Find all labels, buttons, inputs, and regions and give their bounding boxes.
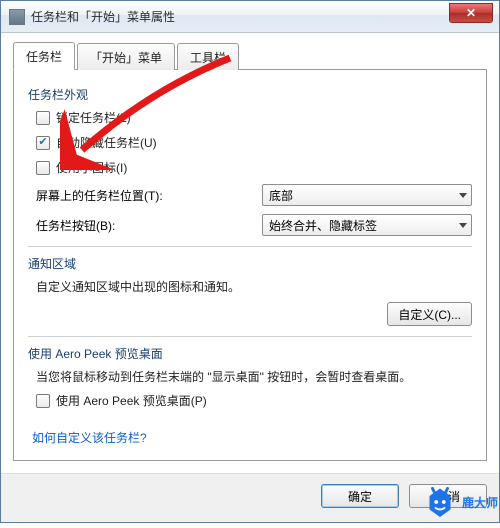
row-aero-peek: 使用 Aero Peek 预览桌面(P) xyxy=(36,392,472,409)
chevron-down-icon xyxy=(459,193,467,198)
group-aero-header: 使用 Aero Peek 预览桌面 xyxy=(28,345,472,362)
help-link[interactable]: 如何自定义该任务栏? xyxy=(32,429,147,446)
watermark-icon xyxy=(422,484,458,520)
chevron-down-icon xyxy=(459,223,467,228)
tab-taskbar[interactable]: 任务栏 xyxy=(13,42,75,70)
tab-toolbars[interactable]: 工具栏 xyxy=(177,43,239,70)
row-taskbar-buttons: 任务栏按钮(B): 始终合并、隐藏标签 xyxy=(28,214,472,236)
label-taskbar-buttons: 任务栏按钮(B): xyxy=(28,217,115,234)
row-lock-taskbar: 锁定任务栏(L) xyxy=(36,109,472,126)
label-taskbar-location: 屏幕上的任务栏位置(T): xyxy=(28,187,163,204)
checkbox-aero-peek[interactable] xyxy=(36,394,50,408)
label-lock-taskbar: 锁定任务栏(L) xyxy=(56,109,131,126)
combo-taskbar-location-value: 底部 xyxy=(269,187,293,204)
watermark-text: 鹿大师 xyxy=(462,494,498,511)
row-autohide-taskbar: 自动隐藏任务栏(U) xyxy=(36,134,472,151)
row-small-icons: 使用小图标(I) xyxy=(36,159,472,176)
group-appearance-header: 任务栏外观 xyxy=(28,86,472,103)
separator xyxy=(28,246,472,247)
combo-taskbar-buttons[interactable]: 始终合并、隐藏标签 xyxy=(262,214,472,236)
separator xyxy=(28,336,472,337)
combo-taskbar-buttons-value: 始终合并、隐藏标签 xyxy=(269,217,377,234)
label-aero-peek: 使用 Aero Peek 预览桌面(P) xyxy=(56,392,207,409)
tab-start-menu[interactable]: 「开始」菜单 xyxy=(77,43,175,70)
tab-page-taskbar: 任务栏外观 锁定任务栏(L) 自动隐藏任务栏(U) 使用小图标(I) 屏幕上的任… xyxy=(13,69,487,461)
app-icon xyxy=(9,9,25,25)
window-title: 任务栏和「开始」菜单属性 xyxy=(31,8,175,25)
tabstrip: 任务栏 「开始」菜单 工具栏 xyxy=(13,43,487,69)
checkbox-lock-taskbar[interactable] xyxy=(36,111,50,125)
checkbox-small-icons[interactable] xyxy=(36,161,50,175)
combo-taskbar-location[interactable]: 底部 xyxy=(262,184,472,206)
label-autohide-taskbar: 自动隐藏任务栏(U) xyxy=(56,134,157,151)
ok-button[interactable]: 确定 xyxy=(321,484,399,508)
client-area: 任务栏 「开始」菜单 工具栏 任务栏外观 锁定任务栏(L) 自动隐藏任务栏(U)… xyxy=(1,33,499,473)
titlebar[interactable]: 任务栏和「开始」菜单属性 ✕ xyxy=(1,1,499,33)
close-button[interactable]: ✕ xyxy=(449,3,493,23)
aero-desc: 当您将鼠标移动到任务栏末端的 "显示桌面" 按钮时，会暂时查看桌面。 xyxy=(36,368,472,386)
checkbox-autohide-taskbar[interactable] xyxy=(36,136,50,150)
label-small-icons: 使用小图标(I) xyxy=(56,159,127,176)
notification-desc: 自定义通知区域中出现的图标和通知。 xyxy=(36,278,472,296)
row-taskbar-location: 屏幕上的任务栏位置(T): 底部 xyxy=(28,184,472,206)
group-notification-header: 通知区域 xyxy=(28,255,472,272)
dialog-window: 任务栏和「开始」菜单属性 ✕ 任务栏 「开始」菜单 工具栏 任务栏外观 锁定任务… xyxy=(0,0,500,523)
watermark: 鹿大师 xyxy=(422,484,498,520)
customize-button[interactable]: 自定义(C)... xyxy=(387,302,472,326)
close-icon: ✕ xyxy=(466,6,476,20)
